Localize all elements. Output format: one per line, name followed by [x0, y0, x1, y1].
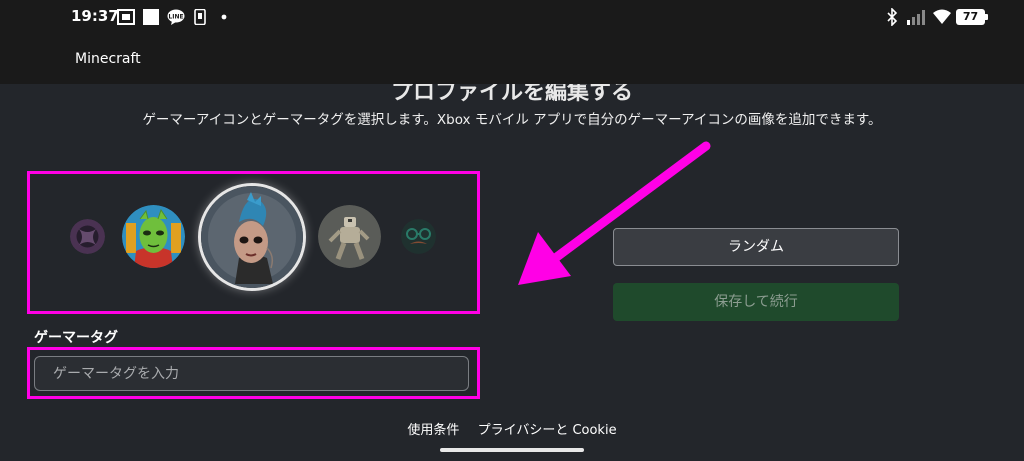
random-button[interactable]: ランダム — [613, 228, 899, 266]
gamertag-input[interactable] — [34, 356, 469, 391]
save-and-continue-button[interactable]: 保存して続行 — [613, 283, 899, 321]
home-indicator[interactable] — [440, 448, 584, 452]
privacy-cookie-link[interactable]: プライバシーと Cookie — [478, 423, 617, 438]
gamertag-label: ゲーマータグ — [34, 330, 118, 346]
terms-link[interactable]: 使用条件 — [407, 423, 459, 438]
footer-links: 使用条件 プライバシーと Cookie — [0, 419, 1024, 438]
